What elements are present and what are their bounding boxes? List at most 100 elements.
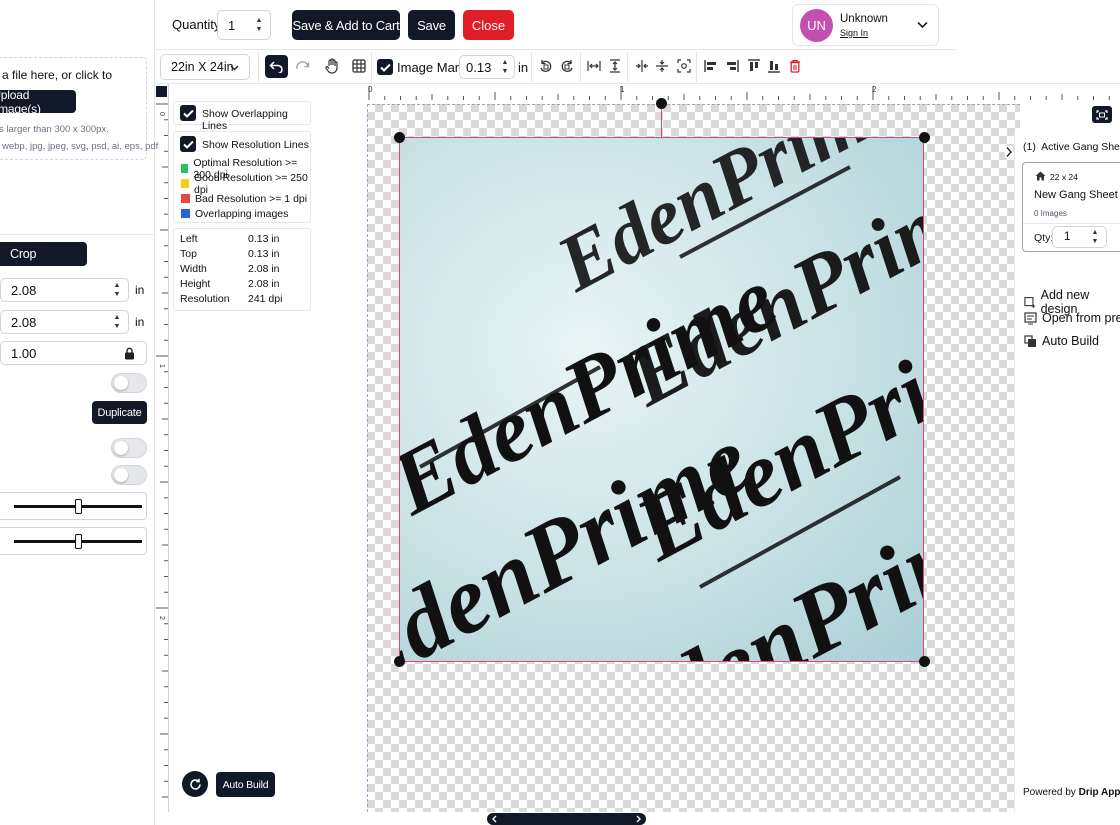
duplicate-button[interactable]: Duplicate	[92, 401, 147, 424]
legend-item: Good Resolution >= 250 dpi	[181, 172, 310, 196]
width-stepper[interactable]: ▲ ▼	[112, 282, 122, 298]
center-vertical-button[interactable]	[652, 56, 672, 76]
image-margin-stepper[interactable]: ▲ ▼	[500, 59, 510, 75]
legend-item: Bad Resolution >= 1 dpi	[181, 191, 310, 206]
width-input[interactable]: 2.08 ▲ ▼	[0, 278, 129, 302]
pan-button[interactable]	[322, 56, 342, 76]
sheet-size-select[interactable]: 22in X 24in	[160, 54, 250, 80]
save-button[interactable]: Save	[408, 10, 455, 40]
rotate-handle[interactable]	[656, 98, 667, 109]
checkbox-checked-icon[interactable]	[180, 136, 196, 152]
sheet-size-label: 22 x 24	[1050, 172, 1078, 182]
delete-button[interactable]	[785, 56, 805, 76]
upload-dropzone[interactable]: a file here, or click to Jpload Image(s)…	[0, 57, 158, 160]
gang-sheet-card[interactable]: 22 x 24 New Gang Sheet 0 Images Qty: 1 ▲…	[1022, 162, 1120, 252]
auto-build-link[interactable]: Auto Build	[1024, 334, 1099, 348]
resize-handle-top-right[interactable]	[919, 132, 930, 143]
toggle-1[interactable]	[111, 373, 147, 393]
info-row: Width 2.08 in	[180, 263, 280, 275]
open-from-previous-link[interactable]: Open from previous	[1024, 311, 1120, 325]
center-vertical-icon	[656, 60, 668, 72]
align-right-button[interactable]	[722, 56, 742, 76]
undo-button[interactable]	[265, 55, 288, 78]
ruler-label: 0	[158, 112, 165, 116]
chevron-down-icon	[917, 21, 928, 29]
center-horizontal-icon	[636, 60, 648, 72]
open-previous-icon	[1024, 311, 1037, 325]
sheet-qty-input[interactable]: 1 ▲ ▼	[1052, 226, 1107, 248]
resize-handle-top-left[interactable]	[394, 132, 405, 143]
align-left-button[interactable]	[701, 56, 721, 76]
ruler-label: 2	[872, 85, 877, 94]
legend-swatch	[181, 164, 189, 173]
sheet-qty-stepper[interactable]: ▲ ▼	[1090, 229, 1100, 245]
grid-button[interactable]	[349, 56, 369, 76]
rotate-right-icon	[561, 60, 573, 72]
toolbar-divider	[258, 52, 259, 82]
user-menu[interactable]: UN Unknown Sign In	[792, 4, 939, 46]
resize-handle-bottom-left[interactable]	[394, 656, 405, 667]
slider-1-thumb[interactable]	[74, 499, 82, 514]
toolbar-divider	[371, 52, 372, 82]
chevron-left-icon[interactable]	[491, 815, 498, 823]
align-top-button[interactable]	[744, 56, 764, 76]
align-top-icon	[748, 59, 760, 71]
legend-item: Overlapping images	[181, 206, 310, 221]
refresh-button[interactable]	[182, 771, 208, 797]
image-margin-unit: in	[518, 60, 529, 75]
ruler-label: 2	[158, 616, 165, 620]
rotate-left-button[interactable]	[536, 56, 556, 76]
ruler-label: 1	[158, 364, 165, 368]
center-focus-icon	[677, 59, 691, 73]
right-panel: (1) Active Gang Sheets 22 x 24 New Gang …	[1005, 131, 1120, 812]
powered-by-brand[interactable]: Drip Apps	[1079, 787, 1120, 798]
align-bottom-button[interactable]	[764, 56, 784, 76]
upload-images-button[interactable]: Jpload Image(s)	[0, 88, 76, 116]
info-row: Resolution 241 dpi	[180, 293, 283, 305]
crop-button[interactable]: Crop	[0, 242, 87, 266]
chevron-right-icon[interactable]	[1005, 146, 1013, 158]
upload-hint-size: s larger than 300 x 300px.	[0, 124, 109, 135]
center-both-button[interactable]	[674, 56, 694, 76]
auto-build-icon	[1024, 334, 1036, 347]
fit-width-button[interactable]	[584, 56, 604, 76]
aspect-ratio-input[interactable]: 1.00	[0, 341, 147, 365]
info-row: Height 2.08 in	[180, 278, 280, 290]
quantity-stepper[interactable]: ▲ ▼	[254, 17, 264, 33]
toggle-2[interactable]	[111, 438, 147, 458]
hand-icon	[325, 58, 338, 74]
rotate-right-button[interactable]	[557, 56, 577, 76]
checkbox-checked-icon[interactable]	[180, 105, 196, 121]
toggle-3[interactable]	[111, 465, 147, 485]
slider-1[interactable]	[0, 492, 147, 520]
lock-icon[interactable]	[124, 347, 135, 360]
slider-2-thumb[interactable]	[74, 534, 82, 549]
images-count: 0 Images	[1034, 209, 1067, 218]
slider-2[interactable]	[0, 527, 147, 555]
selection-frame[interactable]	[399, 137, 924, 662]
redo-button[interactable]	[293, 56, 313, 76]
resize-handle-bottom-right[interactable]	[919, 656, 930, 667]
auto-build-button[interactable]: Auto Build	[216, 772, 275, 797]
dropzone-text: a file here, or click to	[2, 68, 113, 82]
save-add-to-cart-button[interactable]: Save & Add to Cart	[292, 10, 400, 40]
sheet-border-top	[367, 104, 1020, 105]
image-margin-checkbox[interactable]	[377, 59, 393, 75]
resolution-legend: Optimal Resolution >= 300 dpi Good Resol…	[181, 157, 310, 221]
center-horizontal-button[interactable]	[632, 56, 652, 76]
horizontal-scrollbar[interactable]	[487, 813, 646, 825]
chevron-right-icon[interactable]	[635, 815, 642, 823]
height-input[interactable]: 2.08 ▲ ▼	[0, 310, 129, 334]
fit-height-button[interactable]	[605, 56, 625, 76]
fit-screen-button[interactable]	[1092, 106, 1112, 123]
toolbar-divider	[531, 52, 532, 82]
overlap-option-box[interactable]: Show Overlapping Lines	[173, 101, 311, 132]
sign-in-link[interactable]: Sign In	[840, 28, 868, 38]
image-info-box: Left 0.13 in Top 0.13 in Width 2.08 in Heig…	[173, 228, 311, 311]
close-button[interactable]: Close	[463, 10, 514, 40]
image-margin-input[interactable]: 0.13 ▲ ▼	[459, 55, 515, 79]
height-stepper[interactable]: ▲ ▼	[112, 314, 122, 330]
powered-by-prefix: Powered by	[1023, 787, 1079, 798]
quantity-input[interactable]: 1 ▲ ▼	[217, 10, 271, 40]
show-resolution-label: Show Resolution Lines	[202, 139, 309, 151]
